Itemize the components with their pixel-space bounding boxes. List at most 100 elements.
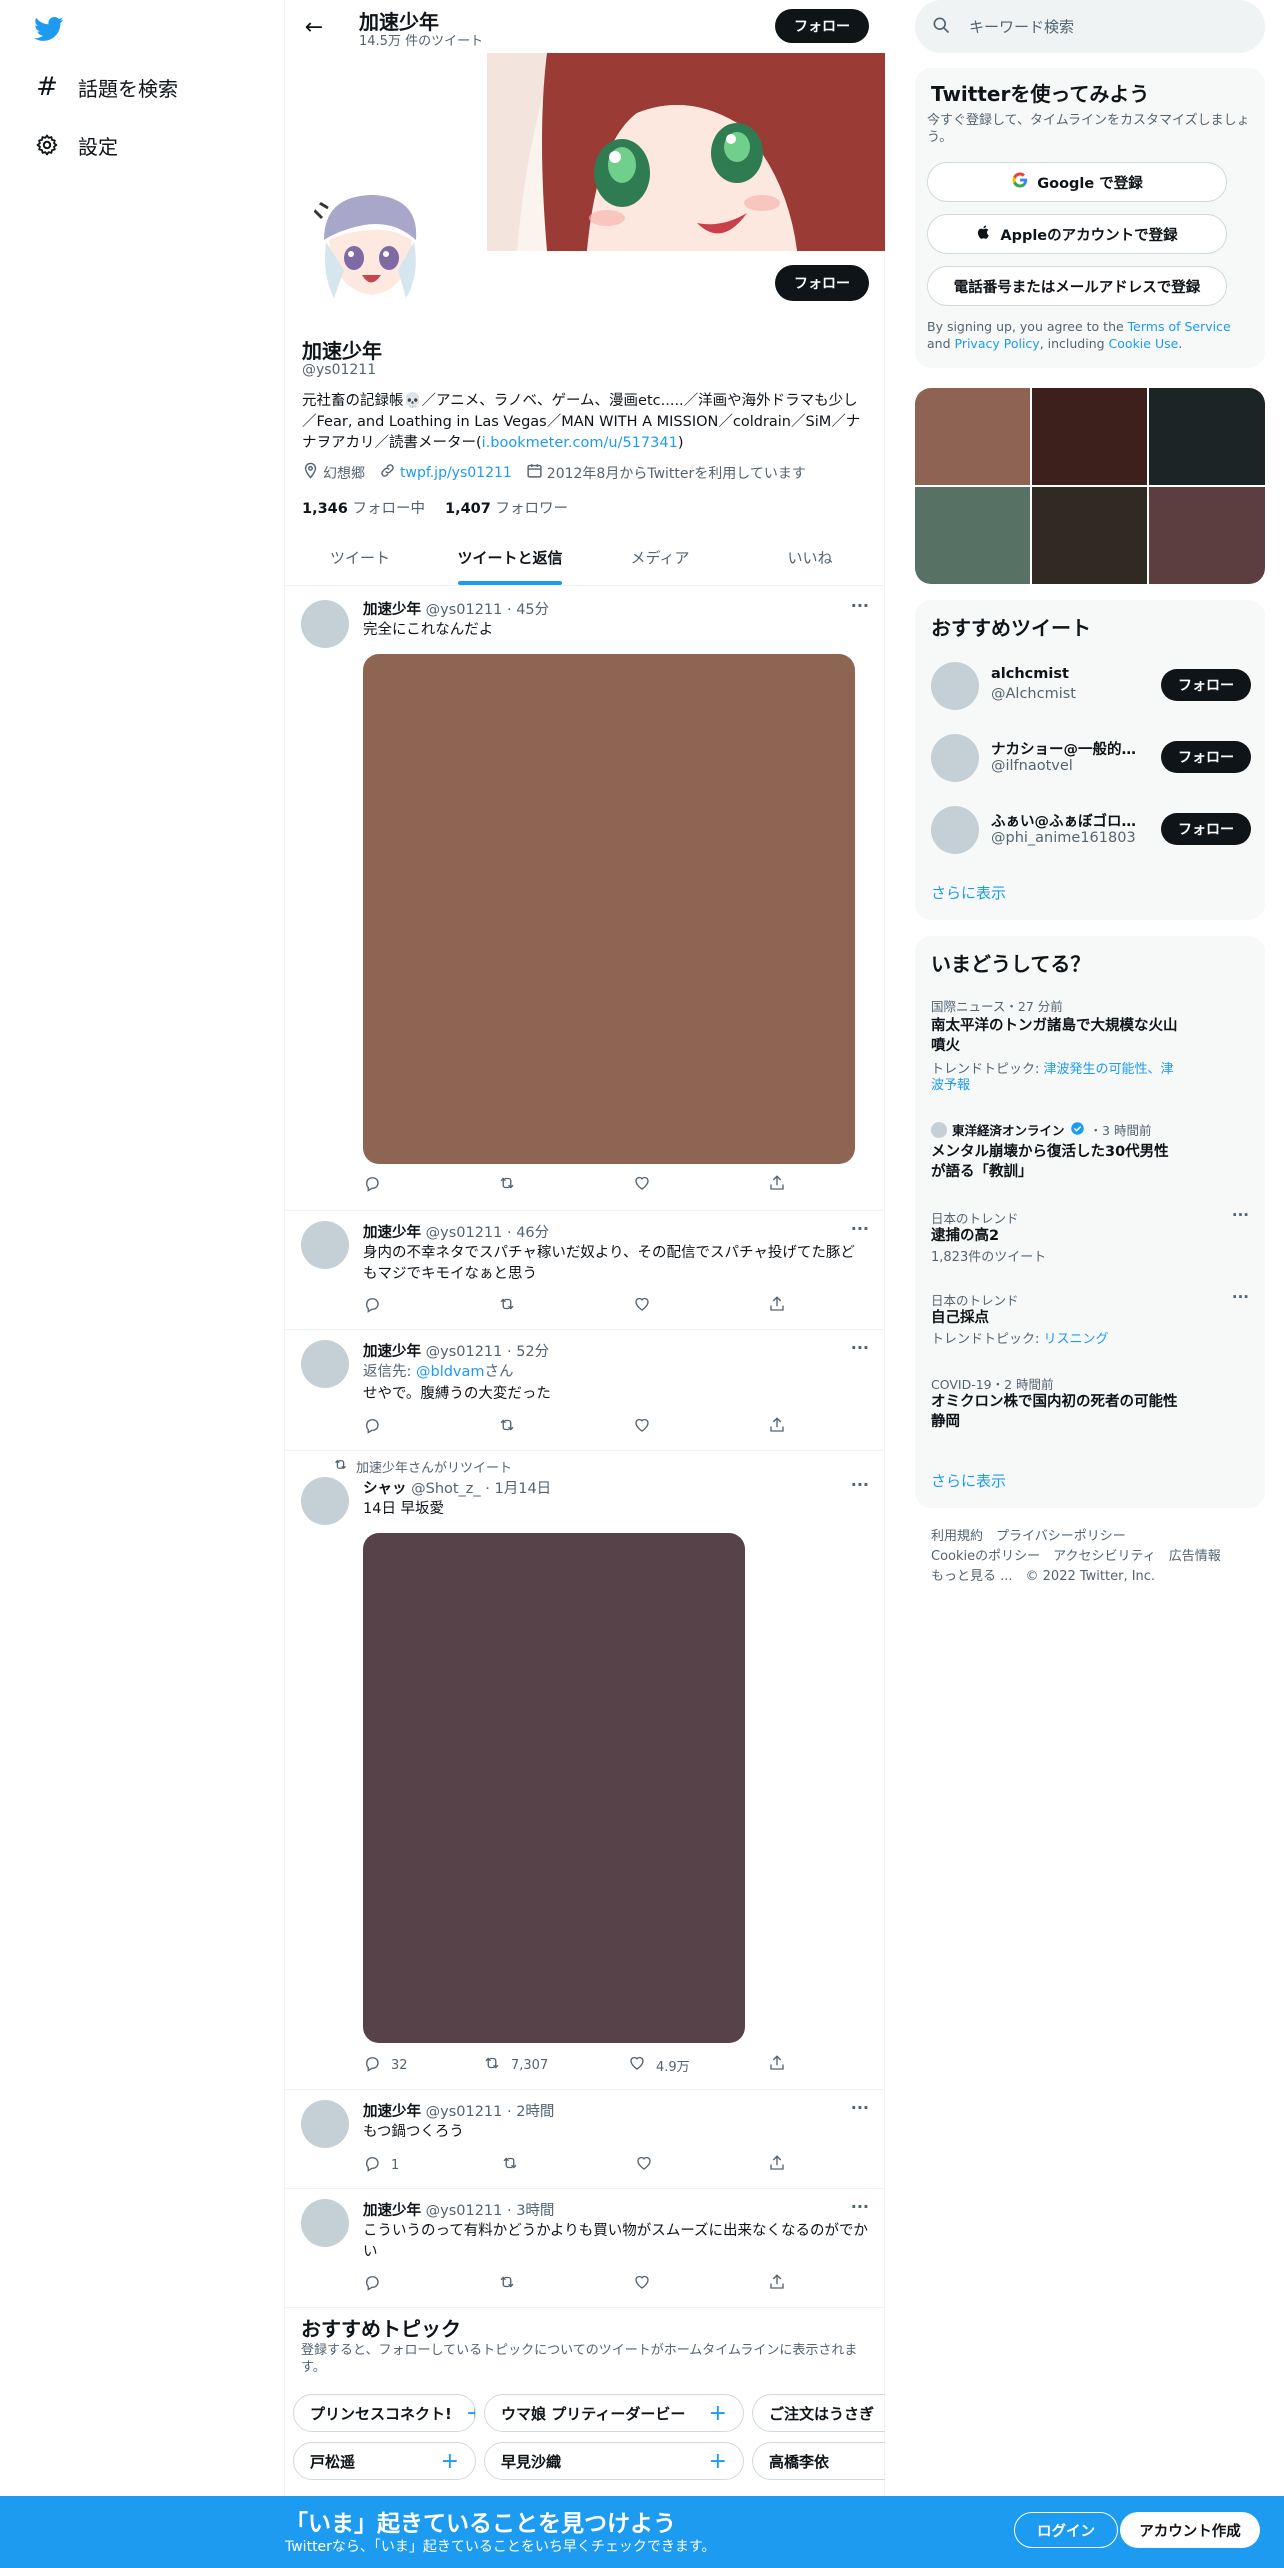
reply-button[interactable] xyxy=(363,1174,381,1196)
trend-item[interactable]: 日本のトレンド ··· 自己採点 トレンドトピック: リスニング xyxy=(915,1288,1265,1360)
media-thumb[interactable] xyxy=(1149,487,1265,584)
avatar[interactable] xyxy=(301,1477,349,1525)
share-button[interactable] xyxy=(768,2273,786,2295)
follow-button[interactable]: フォロー xyxy=(1161,741,1251,773)
search-box[interactable]: キーワード検索 xyxy=(915,0,1265,53)
tos-link[interactable]: Terms of Service xyxy=(1128,319,1231,334)
tab-media[interactable]: メディア xyxy=(585,530,735,585)
tweet[interactable]: 加速少年さんがリツイート シャッ @Shot_z_ · 1月14日 ··· 14… xyxy=(285,1451,885,2090)
share-button[interactable] xyxy=(768,1416,786,1438)
profile-follow-button[interactable]: フォロー xyxy=(775,265,869,301)
reply-button[interactable] xyxy=(363,1295,381,1317)
footer-line[interactable]: もっと見る ... © 2022 Twitter, Inc. xyxy=(931,1567,1251,1587)
like-button[interactable] xyxy=(633,1295,651,1317)
avatar[interactable] xyxy=(931,806,979,854)
tweet-author[interactable]: 加速少年 @ys01211 · 2時間 xyxy=(363,2100,554,2121)
share-button[interactable] xyxy=(768,1295,786,1317)
tweet-image[interactable] xyxy=(363,654,855,1164)
more-options-icon[interactable]: ··· xyxy=(851,1338,869,1357)
tab-tweets-and-replies[interactable]: ツイートと返信 xyxy=(435,530,585,585)
more-options-icon[interactable]: ··· xyxy=(851,2098,869,2117)
tweet-author[interactable]: シャッ @Shot_z_ · 1月14日 xyxy=(363,1477,551,1498)
retweet-button[interactable] xyxy=(498,2273,516,2295)
more-options-icon[interactable]: ··· xyxy=(851,1475,869,1494)
reply-button[interactable] xyxy=(363,1416,381,1438)
like-button[interactable] xyxy=(635,2154,653,2176)
tweet-image[interactable] xyxy=(363,1533,745,2043)
retweet-button[interactable]: 7,307 xyxy=(483,2054,548,2076)
search-input[interactable]: キーワード検索 xyxy=(969,16,1074,37)
avatar[interactable] xyxy=(301,2100,349,2148)
website-link[interactable]: twpf.jp/ys01211 xyxy=(400,465,512,481)
media-thumb[interactable] xyxy=(915,487,1030,584)
like-button[interactable]: 4.9万 xyxy=(628,2054,690,2076)
tweet-author[interactable]: 加速少年 @ys01211 · 3時間 xyxy=(363,2199,554,2220)
share-button[interactable] xyxy=(768,1174,786,1196)
trend-item[interactable]: 国際ニュース・27 分前 南太平洋のトンガ諸島で大規模な火山噴火 トレンドトピッ… xyxy=(915,996,1265,1106)
share-button[interactable] xyxy=(768,2154,786,2176)
retweet-button[interactable] xyxy=(501,2154,519,2176)
twitter-logo-icon[interactable] xyxy=(32,14,66,44)
create-account-button[interactable]: アカウント作成 xyxy=(1120,2512,1260,2548)
more-options-icon[interactable]: ··· xyxy=(851,596,869,615)
show-more-link[interactable]: さらに表示 xyxy=(931,1470,1006,1491)
tweet[interactable]: 加速少年 @ys01211 · 3時間 ··· こういうのって有料かどうかよりも… xyxy=(285,2189,885,2308)
tweet-author[interactable]: 加速少年 @ys01211 · 52分 xyxy=(363,1340,549,1361)
follow-button[interactable]: フォロー xyxy=(1161,813,1251,845)
followers-link[interactable]: 1,407 フォロワー xyxy=(445,497,568,518)
nav-explore[interactable]: # 話題を検索 xyxy=(30,62,178,112)
media-thumb[interactable] xyxy=(1032,388,1147,485)
bio-link[interactable]: i.bookmeter.com/u/517341 xyxy=(482,435,678,451)
like-button[interactable] xyxy=(633,1174,651,1196)
retweet-button[interactable] xyxy=(498,1416,516,1438)
suggested-user[interactable]: ふぁい@ふぁぼゴロゴロ @phi_anime161803 フォロー xyxy=(931,804,1251,856)
like-button[interactable] xyxy=(633,1416,651,1438)
profile-avatar[interactable] xyxy=(300,176,440,316)
topic-chip[interactable]: 高橋李依 xyxy=(752,2442,885,2480)
reply-to-link[interactable]: @bldvam xyxy=(416,1364,485,1380)
more-options-icon[interactable]: ··· xyxy=(851,2197,869,2216)
trend-item[interactable]: 東洋経済オンライン ・3 時間前 メンタル崩壊から復活した30代男性が語る「教訓… xyxy=(915,1120,1265,1200)
avatar[interactable] xyxy=(301,600,349,648)
share-button[interactable] xyxy=(768,2054,786,2076)
following-link[interactable]: 1,346 フォロー中 xyxy=(302,497,425,518)
retweet-button[interactable] xyxy=(498,1174,516,1196)
more-options-icon[interactable]: ··· xyxy=(1232,1288,1249,1306)
trend-item[interactable]: COVID-19・2 時間前 オミクロン株で国内初の死者の可能性 静岡 xyxy=(915,1374,1265,1444)
suggested-user[interactable]: alchcmist @Alchcmist フォロー xyxy=(931,660,1251,712)
nav-settings[interactable]: 設定 xyxy=(30,120,118,170)
apple-signup-button[interactable]: Appleのアカウントで登録 xyxy=(927,214,1227,254)
more-options-icon[interactable]: ··· xyxy=(851,1219,869,1238)
more-options-icon[interactable]: ··· xyxy=(1232,1206,1249,1224)
like-button[interactable] xyxy=(633,2273,651,2295)
suggested-user[interactable]: ナカショー@一般的な男子です @ilfnaotvel フォロー xyxy=(931,732,1251,784)
avatar[interactable] xyxy=(301,1221,349,1269)
back-arrow-icon[interactable]: ← xyxy=(299,12,329,42)
profile-banner[interactable] xyxy=(487,53,885,251)
tweet[interactable]: 加速少年 @ys01211 · 46分 ··· 身内の不幸ネタでスパチャ稼いだ奴… xyxy=(285,1211,885,1330)
tweet[interactable]: 加速少年 @ys01211 · 52分 ··· 返信先: @bldvamさん せ… xyxy=(285,1330,885,1451)
show-more-link[interactable]: さらに表示 xyxy=(931,882,1006,903)
media-thumb[interactable] xyxy=(1149,388,1265,485)
topic-chip[interactable]: プリンセスコネクト! + xyxy=(293,2394,476,2432)
header-follow-button[interactable]: フォロー xyxy=(775,9,869,43)
tab-likes[interactable]: いいね xyxy=(735,530,885,585)
follow-button[interactable]: フォロー xyxy=(1161,669,1251,701)
footer-line[interactable]: 利用規約 プライバシーポリシー xyxy=(931,1527,1251,1547)
trend-sub-link[interactable]: リスニング xyxy=(1044,1332,1109,1347)
tweet[interactable]: 加速少年 @ys01211 · 2時間 ··· もつ鍋つくろう 1 xyxy=(285,2090,885,2189)
topic-chip[interactable]: 戸松遥 + xyxy=(293,2442,476,2480)
avatar[interactable] xyxy=(931,662,979,710)
topic-chip[interactable]: 早見沙織 + xyxy=(484,2442,744,2480)
media-thumb[interactable] xyxy=(1032,487,1147,584)
login-button[interactable]: ログイン xyxy=(1014,2512,1118,2548)
tweet-author[interactable]: 加速少年 @ys01211 · 46分 xyxy=(363,1221,549,1242)
tab-tweets[interactable]: ツイート xyxy=(285,530,435,585)
footer-line[interactable]: Cookieのポリシー アクセシビリティ 広告情報 xyxy=(931,1547,1251,1567)
cookie-link[interactable]: Cookie Use xyxy=(1109,336,1179,351)
retweet-button[interactable] xyxy=(498,1295,516,1317)
avatar[interactable] xyxy=(301,2199,349,2247)
tweet-author[interactable]: 加速少年 @ys01211 · 45分 xyxy=(363,598,549,619)
google-signup-button[interactable]: Google で登録 xyxy=(927,162,1227,202)
phone-email-signup-button[interactable]: 電話番号またはメールアドレスで登録 xyxy=(927,266,1227,306)
